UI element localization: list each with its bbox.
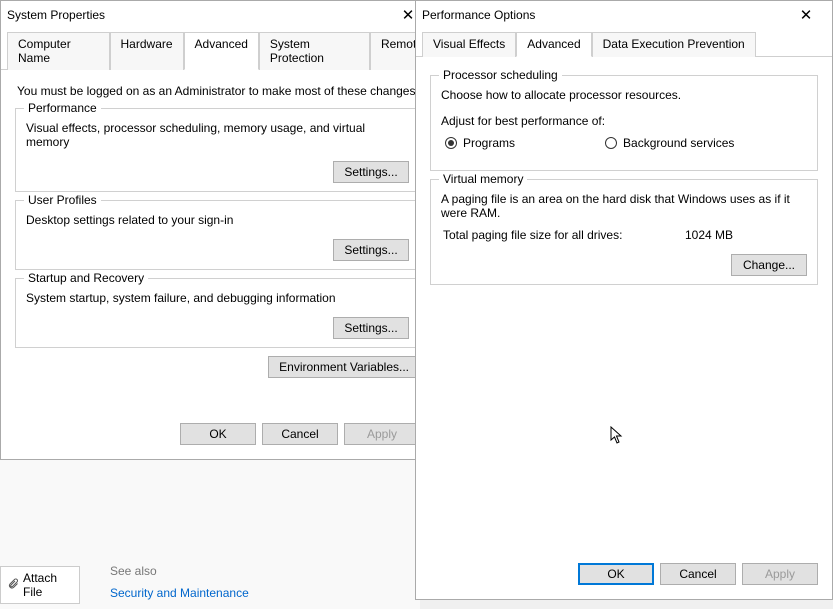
sysprops-titlebar: System Properties ✕: [1, 1, 434, 29]
perfopts-apply-button[interactable]: Apply: [742, 563, 818, 585]
perfopts-title: Performance Options: [422, 8, 786, 22]
tab-advanced[interactable]: Advanced: [184, 32, 259, 70]
sysprops-tabs: Computer Name Hardware Advanced System P…: [1, 31, 434, 70]
system-properties-window: System Properties ✕ Computer Name Hardwa…: [0, 0, 435, 460]
paging-total-value: 1024 MB: [685, 228, 805, 242]
startup-recovery-desc: System startup, system failure, and debu…: [26, 291, 409, 305]
radio-background-services[interactable]: Background services: [605, 136, 734, 150]
tab-advanced[interactable]: Advanced: [516, 32, 591, 57]
paperclip-icon: [7, 578, 19, 593]
user-profiles-group: User Profiles Desktop settings related t…: [15, 200, 420, 270]
user-profiles-settings-button[interactable]: Settings...: [333, 239, 409, 261]
startup-recovery-settings-button[interactable]: Settings...: [333, 317, 409, 339]
radio-programs-label: Programs: [463, 136, 515, 150]
performance-options-window: Performance Options ✕ Visual Effects Adv…: [415, 0, 833, 600]
sysprops-body: You must be logged on as an Administrato…: [1, 70, 434, 415]
radio-icon: [445, 137, 457, 149]
close-icon[interactable]: ✕: [786, 6, 826, 24]
security-maintenance-link[interactable]: Security and Maintenance: [110, 586, 400, 600]
perfopts-titlebar: Performance Options ✕: [416, 1, 832, 29]
radio-services-label: Background services: [623, 136, 734, 150]
tab-system-protection[interactable]: System Protection: [259, 32, 370, 70]
attach-file-tab[interactable]: Attach File: [0, 566, 80, 604]
radio-icon: [605, 137, 617, 149]
perfopts-tabs: Visual Effects Advanced Data Execution P…: [416, 31, 832, 57]
perfopts-body: Processor scheduling Choose how to alloc…: [416, 57, 832, 555]
paging-total-label: Total paging file size for all drives:: [443, 228, 685, 242]
performance-group: Performance Visual effects, processor sc…: [15, 108, 420, 192]
environment-variables-button[interactable]: Environment Variables...: [268, 356, 420, 378]
perfopts-ok-button[interactable]: OK: [578, 563, 654, 585]
sysprops-ok-button[interactable]: OK: [180, 423, 256, 445]
sysprops-intro: You must be logged on as an Administrato…: [17, 84, 420, 98]
perfopts-cancel-button[interactable]: Cancel: [660, 563, 736, 585]
startup-recovery-title: Startup and Recovery: [24, 271, 148, 285]
perfopts-bottom-buttons: OK Cancel Apply: [416, 555, 832, 599]
sysprops-apply-button[interactable]: Apply: [344, 423, 420, 445]
tab-hardware[interactable]: Hardware: [110, 32, 184, 70]
sysprops-cancel-button[interactable]: Cancel: [262, 423, 338, 445]
sysprops-bottom-buttons: OK Cancel Apply: [1, 415, 434, 459]
user-profiles-desc: Desktop settings related to your sign-in: [26, 213, 409, 227]
attach-file-label: Attach File: [23, 571, 73, 599]
scheduling-radio-row: Programs Background services: [445, 136, 803, 150]
virtual-memory-title: Virtual memory: [439, 172, 527, 186]
user-profiles-title: User Profiles: [24, 193, 101, 207]
performance-title: Performance: [24, 101, 101, 115]
tab-visual-effects[interactable]: Visual Effects: [422, 32, 516, 57]
virtual-memory-group: Virtual memory A paging file is an area …: [430, 179, 818, 285]
paging-size-row: Total paging file size for all drives: 1…: [443, 228, 805, 242]
performance-settings-button[interactable]: Settings...: [333, 161, 409, 183]
sysprops-title: System Properties: [7, 8, 388, 22]
performance-desc: Visual effects, processor scheduling, me…: [26, 121, 409, 149]
tab-computer-name[interactable]: Computer Name: [7, 32, 110, 70]
radio-programs[interactable]: Programs: [445, 136, 515, 150]
processor-scheduling-title: Processor scheduling: [439, 68, 562, 82]
tab-dep[interactable]: Data Execution Prevention: [592, 32, 756, 57]
processor-scheduling-group: Processor scheduling Choose how to alloc…: [430, 75, 818, 171]
processor-scheduling-desc: Choose how to allocate processor resourc…: [441, 88, 807, 102]
change-vm-button[interactable]: Change...: [731, 254, 807, 276]
see-also-label: See also: [110, 564, 400, 578]
adjust-label: Adjust for best performance of:: [441, 114, 807, 128]
startup-recovery-group: Startup and Recovery System startup, sys…: [15, 278, 420, 348]
virtual-memory-desc: A paging file is an area on the hard dis…: [441, 192, 807, 220]
